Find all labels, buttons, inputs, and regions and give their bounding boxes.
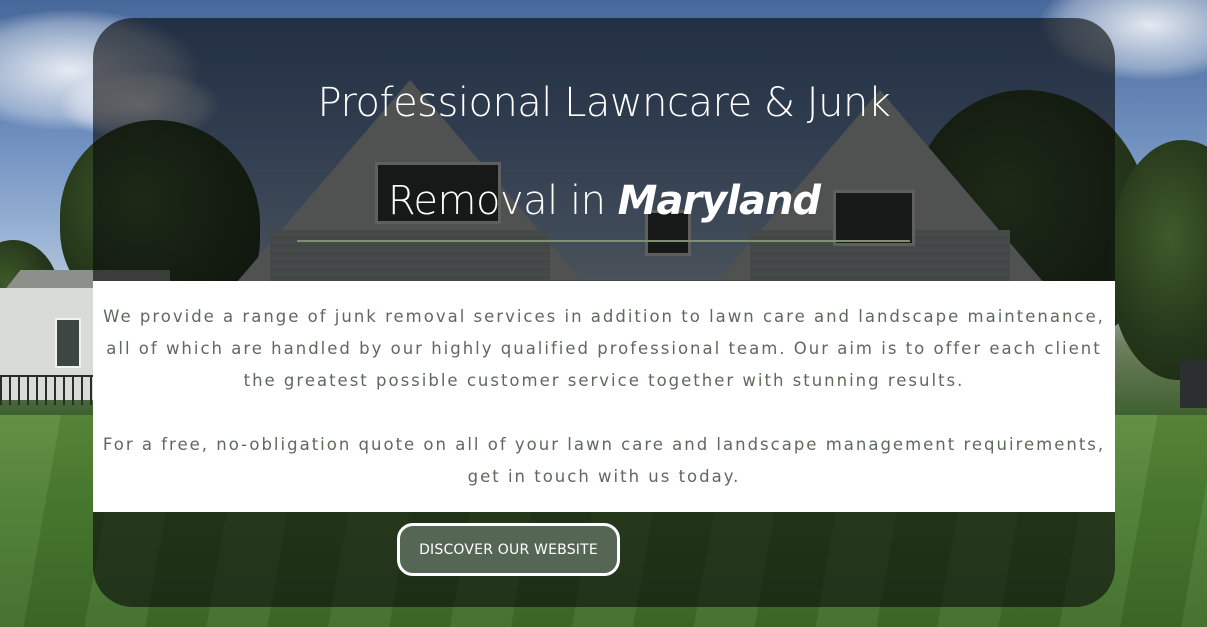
hero-heading-line-1: Professional Lawncare & Junk [317, 80, 891, 126]
hero-heading: Professional Lawncare & Junk Removal in … [93, 54, 1115, 250]
hero-heading-location: Maryland [617, 178, 821, 224]
heading-divider [297, 240, 910, 242]
hero-heading-line-2: Removal in Maryland [93, 152, 1115, 250]
discover-website-button[interactable]: DISCOVER OUR WEBSITE [397, 523, 620, 576]
hero-card: Professional Lawncare & Junk Removal in … [93, 18, 1115, 607]
intro-paragraph: We provide a range of junk removal servi… [103, 307, 1105, 390]
intro-text-panel: We provide a range of junk removal servi… [93, 281, 1115, 512]
hero-heading-prefix: Removal in [387, 178, 618, 224]
quote-paragraph: For a free, no-obligation quote on all o… [102, 435, 1106, 486]
